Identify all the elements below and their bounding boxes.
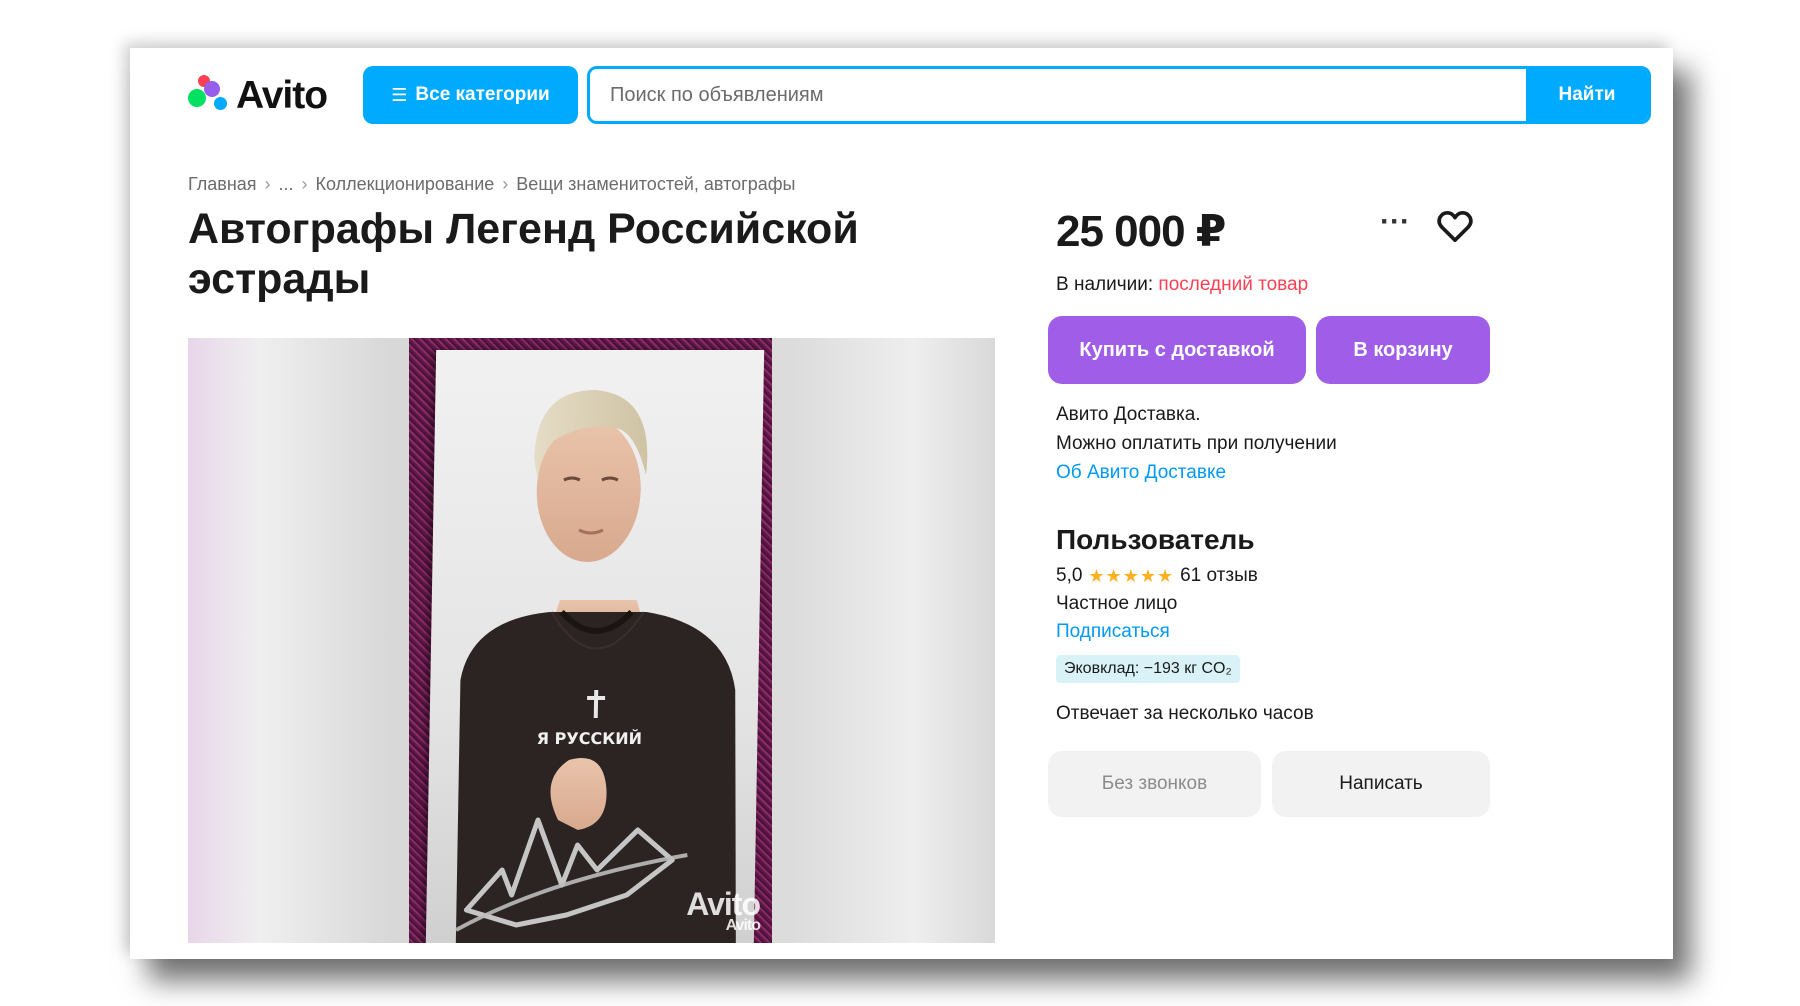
stock-label: В наличии:: [1056, 274, 1154, 295]
all-categories-label: Все категории: [415, 84, 550, 105]
photo-gallery[interactable]: Я РУССКИЙ Avito Avito: [188, 338, 995, 943]
search-button[interactable]: Найти: [1526, 69, 1648, 121]
celebrity-photo-illustration: Я РУССКИЙ: [455, 390, 736, 943]
more-options-icon[interactable]: ···: [1380, 207, 1410, 237]
favorite-heart-icon[interactable]: [1435, 206, 1475, 246]
search-bar: Найти: [587, 66, 1651, 124]
stock-value: последний товар: [1158, 274, 1309, 295]
screenshot-frame: Avito ☰ Все категории Найти Главная › ..…: [130, 48, 1673, 959]
breadcrumb: Главная › ... › Коллекционирование › Вещ…: [188, 174, 796, 195]
logo-text: Avito: [236, 74, 328, 117]
breadcrumb-separator: ›: [301, 174, 308, 194]
categories-search-icon: ☰: [391, 84, 408, 105]
no-calls-button: Без звонков: [1048, 751, 1261, 817]
price: 25 000 ₽: [1056, 207, 1226, 256]
seller-type: Частное лицо: [1056, 593, 1178, 614]
write-message-button[interactable]: Написать: [1272, 751, 1490, 817]
buy-with-delivery-button[interactable]: Купить с доставкой: [1048, 316, 1306, 384]
breadcrumb-separator: ›: [264, 174, 271, 194]
reviews-link[interactable]: 61 отзыв: [1180, 565, 1258, 587]
breadcrumb-collecting[interactable]: Коллекционирование: [316, 174, 495, 195]
breadcrumb-separator: ›: [502, 174, 509, 194]
listing-page: Avito ☰ Все категории Найти Главная › ..…: [130, 48, 1673, 959]
stock-status: В наличии: последний товар: [1056, 274, 1308, 296]
seller-name[interactable]: Пользователь: [1056, 524, 1255, 556]
avito-watermark: Avito Avito: [686, 886, 761, 934]
logo-dots-icon: [188, 75, 230, 117]
breadcrumb-home[interactable]: Главная: [188, 174, 257, 195]
product-photo: Я РУССКИЙ Avito Avito: [409, 338, 772, 943]
delivery-line-2: Можно оплатить при получении: [1056, 433, 1337, 454]
search-input[interactable]: [590, 69, 1526, 121]
about-delivery-link[interactable]: Об Авито Доставке: [1056, 458, 1337, 487]
breadcrumb-celebrity-items[interactable]: Вещи знаменитостей, автографы: [516, 174, 795, 195]
rating-stars-icon: ★★★★★: [1088, 565, 1175, 586]
delivery-line-1: Авито Доставка.: [1056, 404, 1201, 425]
avito-logo[interactable]: Avito: [188, 72, 328, 120]
shirt-print: Я РУССКИЙ: [537, 729, 643, 748]
autograph-card: Я РУССКИЙ: [425, 350, 765, 943]
page-title: Автографы Легенд Российской эстрады: [188, 205, 859, 303]
breadcrumb-ellipsis[interactable]: ...: [279, 174, 294, 195]
seller-rating: 5,0 ★★★★★ 61 отзыв: [1056, 565, 1258, 587]
response-time: Отвечает за несколько часов: [1056, 703, 1314, 724]
delivery-info: Авито Доставка. Можно оплатить при получ…: [1056, 400, 1337, 487]
subscribe-link[interactable]: Подписаться: [1056, 621, 1170, 643]
all-categories-button[interactable]: ☰ Все категории: [363, 66, 578, 124]
rating-value: 5,0: [1056, 565, 1083, 586]
add-to-cart-button[interactable]: В корзину: [1316, 316, 1490, 384]
eco-contribution-badge[interactable]: Эковклад: −193 кг CO₂: [1056, 655, 1240, 683]
